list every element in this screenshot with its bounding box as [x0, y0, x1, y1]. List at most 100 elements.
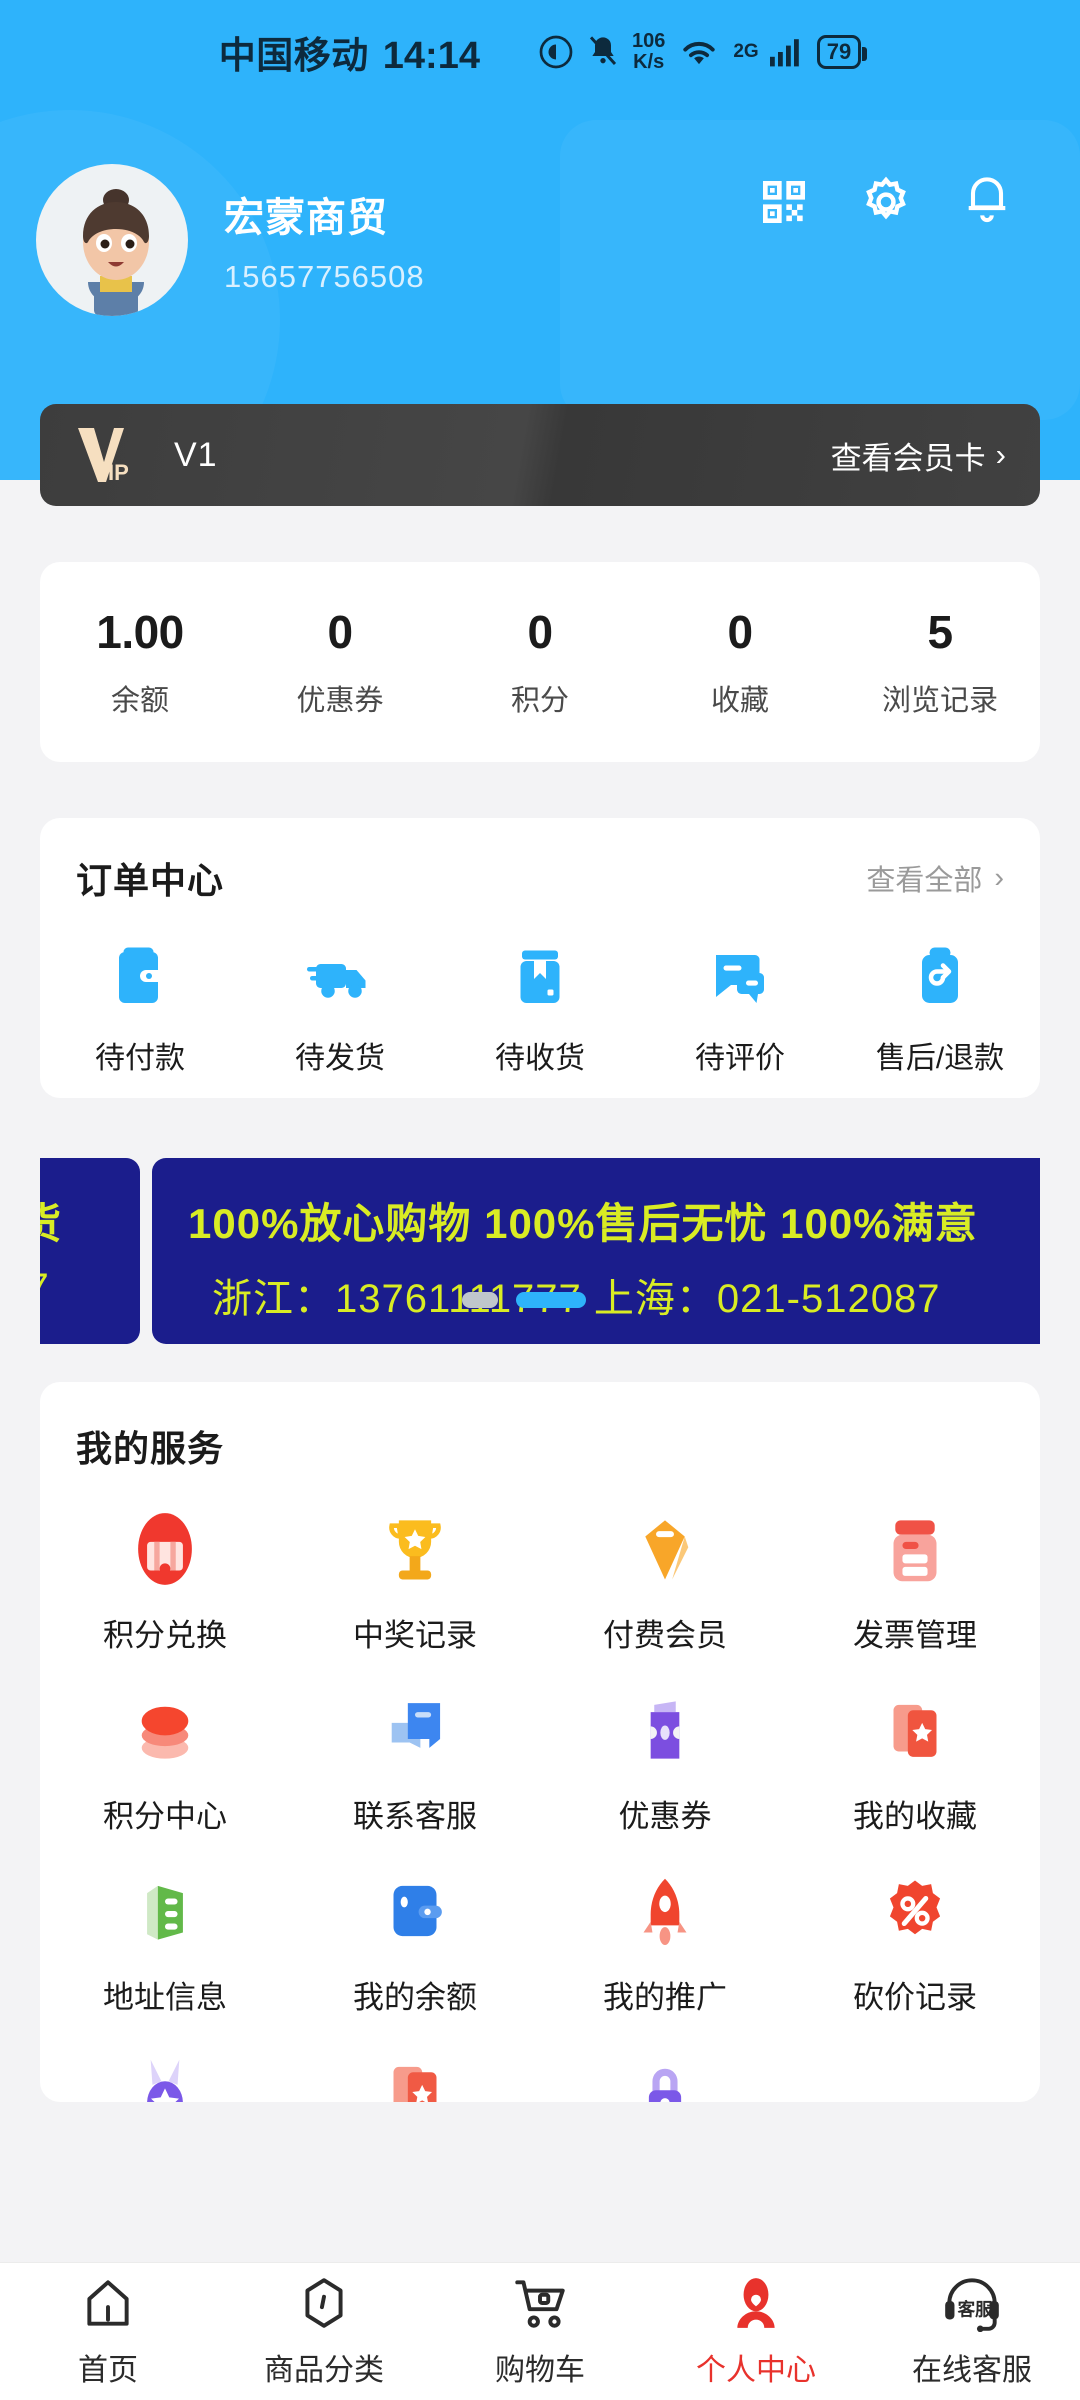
view-membership-card-link[interactable]: 查看会员卡 › — [831, 433, 1006, 478]
service-points-center[interactable]: 积分中心 — [40, 1687, 290, 1836]
carrier-label: 中国移动 — [218, 35, 369, 76]
order-status-pending-review[interactable]: 待评价 — [640, 940, 840, 1077]
banner-dot[interactable] — [462, 1292, 498, 1308]
stat-history[interactable]: 5 浏览记录 — [840, 605, 1040, 719]
svg-text:客服: 客服 — [957, 2299, 994, 2319]
tab-online-service[interactable]: 客服 在线客服 — [864, 2263, 1080, 2400]
order-status-refund[interactable]: 售后/退款 — [840, 940, 1040, 1077]
tab-label: 在线客服 — [912, 2354, 1032, 2387]
service-my-balance[interactable]: 我的余额 — [290, 1868, 540, 2017]
stat-value: 0 — [527, 606, 553, 658]
tab-user-center[interactable]: 个人中心 — [648, 2263, 864, 2400]
service-label: 付费会员 — [603, 1618, 727, 1653]
service-contact-support[interactable]: 联系客服 — [290, 1687, 540, 1836]
service-prize-record[interactable]: 中奖记录 — [290, 1506, 540, 1655]
qr-code-icon[interactable] — [756, 174, 812, 230]
user-icon — [727, 2274, 785, 2337]
tab-label: 购物车 — [495, 2354, 585, 2387]
headset-icon: 客服 — [939, 2274, 1005, 2337]
order-status-pending-payment[interactable]: 待付款 — [40, 940, 240, 1077]
service-label: 积分中心 — [103, 1799, 227, 1834]
tab-label: 首页 — [78, 2354, 138, 2387]
network-type-label: 2G — [733, 41, 759, 62]
stat-points[interactable]: 0 积分 — [440, 605, 640, 719]
order-status-label: 待付款 — [95, 1042, 185, 1075]
tab-home[interactable]: 首页 — [0, 2263, 216, 2400]
order-status-label: 待评价 — [695, 1042, 785, 1075]
stat-coupon[interactable]: 0 优惠券 — [240, 605, 440, 719]
invoice-icon — [872, 1506, 958, 1592]
banner-pagination[interactable] — [462, 1292, 586, 1308]
banner-line1: 发货 — [40, 1200, 63, 1247]
stat-label: 浏览记录 — [881, 685, 998, 717]
stat-value: 5 — [927, 606, 953, 658]
service-invoice-management[interactable]: 发票管理 — [790, 1506, 1040, 1655]
address-list-icon — [122, 1868, 208, 1954]
recharge-card-icon — [372, 2049, 458, 2102]
rocket-icon — [622, 1868, 708, 1954]
tab-cart[interactable]: 购物车 — [432, 2263, 648, 2400]
stat-balance[interactable]: 1.00 余额 — [40, 605, 240, 719]
service-my-level[interactable]: 我的等级 — [40, 2049, 290, 2102]
service-my-favorites[interactable]: 我的收藏 — [790, 1687, 1040, 1836]
service-label: 发票管理 — [853, 1618, 977, 1653]
service-label: 砍价记录 — [853, 1980, 977, 2015]
star-card-icon — [872, 1687, 958, 1773]
service-recharge-center[interactable]: 充值中心 — [290, 2049, 540, 2102]
service-privacy-policy[interactable]: 隐私协议 — [540, 2049, 790, 2102]
service-address-info[interactable]: 地址信息 — [40, 1868, 290, 2017]
order-status-pending-shipment[interactable]: 待发货 — [240, 940, 440, 1077]
vip-logo-icon: IP — [74, 424, 148, 486]
svg-text:IP: IP — [108, 460, 129, 485]
service-points-exchange[interactable]: 积分兑换 — [40, 1506, 290, 1655]
battery-icon: 79 — [816, 35, 868, 69]
service-coupons[interactable]: 优惠券 — [540, 1687, 790, 1836]
discount-badge-icon — [872, 1868, 958, 1954]
promo-banner-carousel[interactable]: 发货 777 100%放心购物 100%售后无忧 100%满意 浙江：13761… — [40, 1158, 1040, 1344]
truck-icon — [304, 940, 376, 1017]
vip-bar[interactable]: IP V1 查看会员卡 › — [40, 404, 1040, 506]
my-services-card: 我的服务 积分兑换 中奖记录 付费会员 发票管理 积分中心 联系客服 优惠券 我… — [40, 1382, 1040, 2102]
wallet-icon — [104, 940, 176, 1017]
banner-slide-previous[interactable]: 发货 777 — [40, 1158, 140, 1344]
eye-icon — [538, 34, 574, 70]
view-all-label: 查看全部 — [866, 865, 983, 897]
order-status-pending-receipt[interactable]: 待收货 — [440, 940, 640, 1077]
services-grid: 积分兑换 中奖记录 付费会员 发票管理 积分中心 联系客服 优惠券 我的收藏 地… — [40, 1506, 1040, 2102]
banner-slide-current[interactable]: 100%放心购物 100%售后无忧 100%满意 浙江：13761111777 … — [152, 1158, 1040, 1344]
user-phone: 15657756508 — [224, 259, 425, 294]
coupon-icon — [622, 1687, 708, 1773]
bell-icon[interactable] — [960, 174, 1016, 230]
service-paid-membership[interactable]: 付费会员 — [540, 1506, 790, 1655]
bottom-tab-bar: 首页 商品分类 购物车 个人中心 客服 在线客服 — [0, 2262, 1080, 2400]
tab-label: 商品分类 — [264, 2354, 384, 2387]
user-profile-row[interactable]: 宏蒙商贸 15657756508 — [36, 160, 1044, 320]
diamond-icon — [622, 1506, 708, 1592]
refund-icon — [904, 940, 976, 1017]
service-label: 地址信息 — [103, 1980, 227, 2015]
view-all-orders-link[interactable]: 查看全部 › — [866, 857, 1004, 899]
service-label: 联系客服 — [353, 1799, 477, 1834]
avatar[interactable] — [36, 164, 188, 316]
lock-icon — [622, 2049, 708, 2102]
network-speed: 106 K/s — [631, 30, 666, 73]
service-label: 优惠券 — [618, 1799, 712, 1834]
order-status-label: 售后/退款 — [875, 1042, 1005, 1075]
medal-icon — [122, 2049, 208, 2102]
vip-level-label: V1 — [174, 435, 218, 474]
chat-icon — [372, 1687, 458, 1773]
wallet-blue-icon — [372, 1868, 458, 1954]
signal-icon — [768, 36, 804, 68]
service-label: 我的余额 — [353, 1980, 477, 2015]
gear-icon[interactable] — [858, 174, 914, 230]
stat-favorites[interactable]: 0 收藏 — [640, 605, 840, 719]
bell-muted-icon — [587, 34, 619, 70]
stat-value: 1.00 — [96, 606, 184, 658]
service-bargain-record[interactable]: 砍价记录 — [790, 1868, 1040, 2017]
banner-dot-active[interactable] — [516, 1292, 586, 1308]
stats-card: 1.00 余额 0 优惠券 0 积分 0 收藏 5 浏览记录 — [40, 562, 1040, 762]
tab-category[interactable]: 商品分类 — [216, 2263, 432, 2400]
header-actions — [756, 174, 1016, 230]
service-my-promotion[interactable]: 我的推广 — [540, 1868, 790, 2017]
package-icon — [504, 940, 576, 1017]
